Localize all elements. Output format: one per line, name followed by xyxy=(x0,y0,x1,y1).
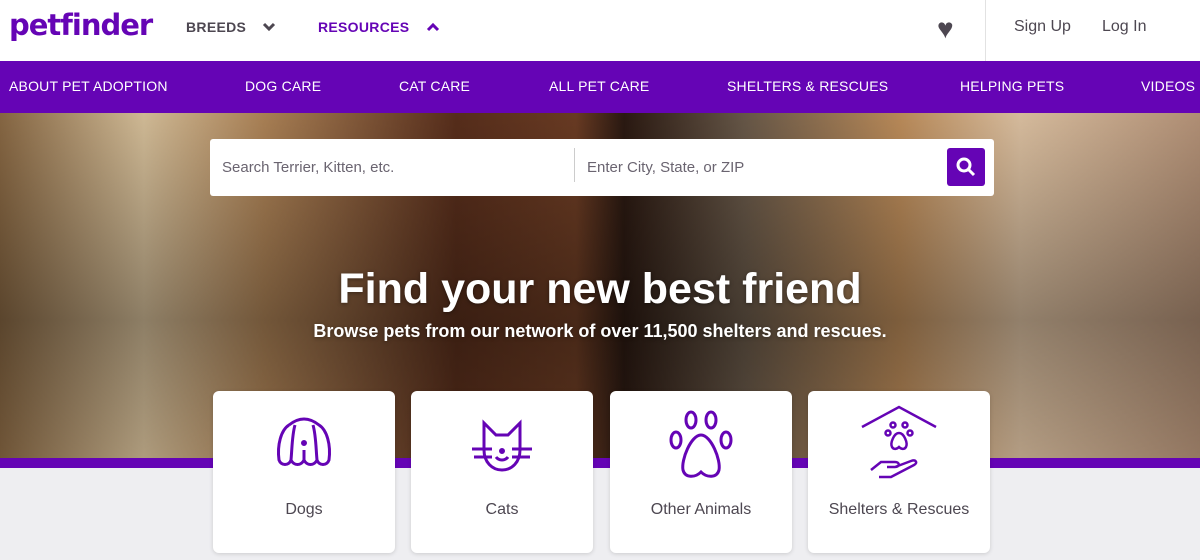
pet-search-input[interactable]: Search Terrier, Kitten, etc. xyxy=(222,159,394,176)
cat-icon xyxy=(472,419,532,472)
breeds-menu[interactable]: BREEDS xyxy=(186,19,276,35)
purple-band xyxy=(0,458,1200,468)
category-dogs[interactable]: Dogs xyxy=(213,391,395,553)
hero-subtitle: Browse pets from our network of over 11,… xyxy=(313,321,887,341)
search-button[interactable] xyxy=(947,148,985,186)
nav-cat-care[interactable]: CAT CARE xyxy=(399,78,470,94)
category-label: Other Animals xyxy=(650,501,752,518)
nav-shelters-rescues[interactable]: SHELTERS & RESCUES xyxy=(727,78,888,94)
category-other-animals[interactable]: Other Animals xyxy=(610,391,792,553)
log-in-link[interactable]: Log In xyxy=(1102,18,1146,36)
search-divider xyxy=(574,148,575,182)
category-label: Dogs xyxy=(285,501,323,518)
breeds-label: BREEDS xyxy=(186,19,247,35)
petfinder-logo[interactable]: petfinder xyxy=(9,8,153,42)
nav-helping-pets[interactable]: HELPING PETS xyxy=(960,78,1064,94)
hero-title: Find your new best friend xyxy=(338,265,862,313)
chevron-up-icon xyxy=(426,22,439,32)
location-input[interactable]: Enter City, State, or ZIP xyxy=(587,159,744,176)
shelter-icon xyxy=(861,405,937,479)
resources-label: RESOURCES xyxy=(318,19,410,35)
category-label: Cats xyxy=(485,501,519,518)
top-header: petfinder BREEDS RESOURCES ♥ Sign Up Log… xyxy=(0,0,1200,61)
sign-up-link[interactable]: Sign Up xyxy=(1014,18,1071,36)
resources-nav: ABOUT PET ADOPTION DOG CARE CAT CARE ALL… xyxy=(0,61,1200,113)
category-cats[interactable]: Cats xyxy=(411,391,593,553)
resources-menu[interactable]: RESOURCES xyxy=(318,19,440,35)
header-divider xyxy=(985,0,986,61)
nav-dog-care[interactable]: DOG CARE xyxy=(245,78,321,94)
category-shelters-rescues[interactable]: Shelters & Rescues xyxy=(808,391,990,553)
search-bar: Search Terrier, Kitten, etc. Enter City,… xyxy=(210,139,994,196)
category-label: Shelters & Rescues xyxy=(828,501,970,518)
nav-videos[interactable]: VIDEOS xyxy=(1141,78,1195,94)
nav-about-pet-adoption[interactable]: ABOUT PET ADOPTION xyxy=(9,78,168,94)
search-icon xyxy=(956,157,976,177)
nav-all-pet-care[interactable]: ALL PET CARE xyxy=(549,78,649,94)
chevron-down-icon xyxy=(263,22,276,32)
heart-icon[interactable]: ♥ xyxy=(937,13,954,45)
paw-icon xyxy=(669,410,733,478)
dog-icon xyxy=(277,417,331,466)
